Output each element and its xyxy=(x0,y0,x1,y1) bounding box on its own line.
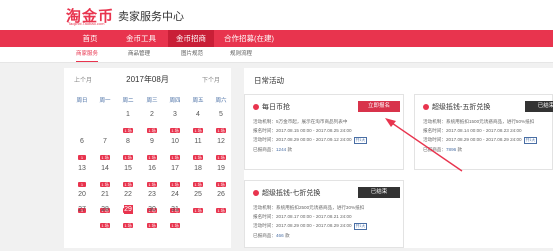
annotation-arrow-icon xyxy=(385,118,463,172)
